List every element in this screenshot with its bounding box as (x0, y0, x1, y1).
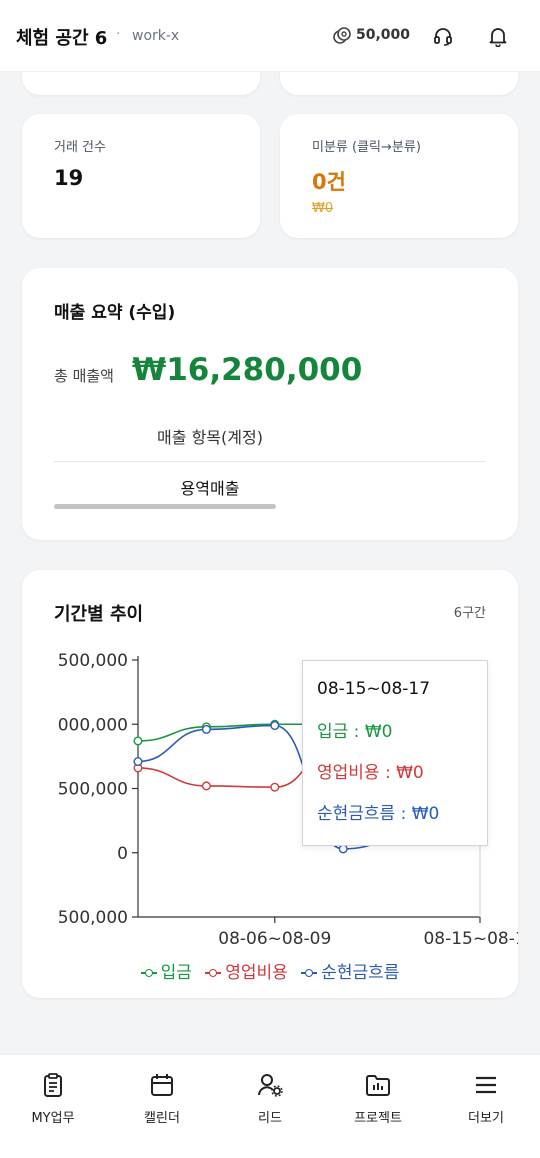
legend-net-marker (301, 968, 318, 978)
chart-tooltip: 08-15~08-17 입금 : ₩0 영업비용 : ₩0 순현금흐름 : ₩0 (302, 660, 488, 846)
legend-expense[interactable]: 영업비용 (205, 958, 288, 983)
sales-account-header: 매출 항목(계정) (157, 428, 263, 447)
nav-label: MY업무 (31, 1111, 75, 1126)
nav-item-more[interactable]: 더보기 (441, 1071, 531, 1126)
headset-icon[interactable] (432, 25, 454, 47)
nav-item-projects[interactable]: 프로젝트 (333, 1071, 423, 1126)
unclassified-label: 미분류 (클릭→분류) (312, 140, 421, 155)
sales-total-value: ₩16,280,000 (132, 352, 363, 388)
y-tick-label: 000,000 (58, 715, 128, 735)
table-row[interactable]: 용역매출 (54, 475, 366, 499)
nav-item-calendar[interactable]: 캘린더 (117, 1071, 207, 1126)
y-tick-label: 500,000 (58, 908, 128, 928)
bell-icon[interactable] (487, 25, 509, 47)
nav-label: 더보기 (468, 1111, 504, 1126)
separator-dot: · (116, 26, 121, 42)
workspace-title[interactable]: 체험 공간 6 (16, 24, 107, 50)
trend-chart-card: 기간별 추이 6구간 500,000 000,000 500,000 0 500,000… (22, 570, 518, 998)
nav-label: 리드 (258, 1111, 282, 1126)
workspace-subtitle: work-x (132, 28, 180, 44)
tooltip-period: 08-15~08-17 (317, 679, 431, 699)
legend-expense-label: 영업비용 (225, 963, 288, 983)
table-divider (54, 461, 486, 462)
tooltip-income: 입금 : ₩0 (317, 722, 393, 742)
x-tick-label: 08-06~08-09 (218, 929, 331, 949)
bottom-navigation: MY업무 캘린더 리드 프로젝트 더보기 (0, 1054, 540, 1158)
data-point (133, 736, 143, 746)
data-point (270, 782, 280, 792)
folder-chart-icon (366, 1075, 390, 1096)
data-point (201, 724, 211, 734)
data-point (133, 757, 143, 767)
sales-summary-title: 매출 요약 (수입) (54, 303, 176, 323)
chart-legend: 입금 영업비용 순현금흐름 (22, 958, 518, 983)
y-tick-label: 500,000 (58, 651, 128, 671)
x-tick-label: 08-15~08-17 (423, 929, 518, 949)
unclassified-count: 0건 (312, 170, 346, 194)
sales-total-label: 총 매출액 (54, 367, 114, 385)
user-gear-icon (258, 1074, 283, 1097)
legend-expense-marker (205, 968, 222, 978)
credit-balance[interactable]: 50,000 (356, 27, 410, 43)
clipboard-icon (44, 1073, 62, 1097)
transaction-count-card: 거래 건수 19 (22, 114, 260, 238)
legend-income-label: 입금 (160, 963, 192, 983)
transaction-count-value: 19 (54, 166, 84, 190)
data-point (338, 844, 348, 854)
app-header: 체험 공간 6 · work-x 50,000 (0, 0, 540, 72)
nav-label: 프로젝트 (354, 1111, 402, 1126)
nav-item-leads[interactable]: 리드 (225, 1071, 315, 1126)
legend-net-label: 순현금흐름 (321, 963, 400, 983)
menu-icon (476, 1076, 496, 1094)
horizontal-scrollbar[interactable] (54, 504, 276, 509)
legend-net[interactable]: 순현금흐름 (301, 958, 399, 983)
unclassified-amount: ₩0 (312, 201, 334, 216)
nav-item-my-tasks[interactable]: MY업무 (8, 1071, 98, 1126)
y-tick-label: 0 (117, 844, 128, 864)
unclassified-card[interactable]: 미분류 (클릭→분류) 0건 ₩0 (280, 114, 518, 238)
data-point (201, 781, 211, 791)
tooltip-expense: 영업비용 : ₩0 (317, 763, 424, 783)
y-tick-label: 500,000 (58, 780, 128, 800)
coin-icon[interactable] (332, 26, 352, 46)
tooltip-net: 순현금흐름 : ₩0 (317, 804, 440, 824)
data-point (270, 721, 280, 731)
nav-label: 캘린더 (144, 1111, 180, 1126)
calendar-icon (151, 1074, 173, 1096)
transaction-count-label: 거래 건수 (54, 140, 106, 155)
legend-income-marker (140, 968, 157, 978)
legend-income[interactable]: 입금 (140, 958, 192, 983)
sales-summary-card: 매출 요약 (수입) 총 매출액 ₩16,280,000 매출 항목(계정) 용… (22, 268, 518, 540)
